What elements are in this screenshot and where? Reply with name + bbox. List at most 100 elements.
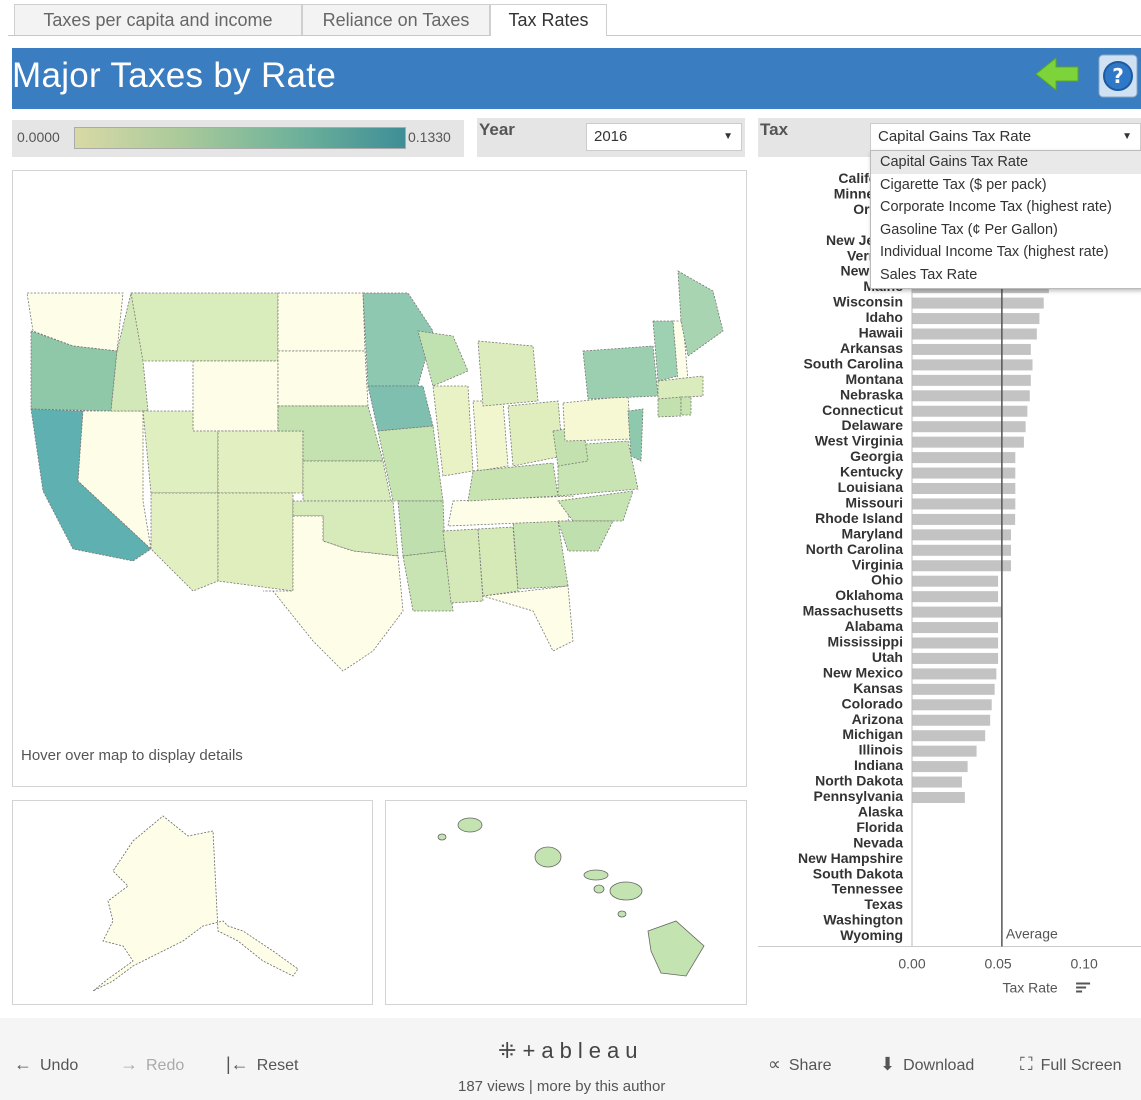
bar[interactable] [912, 560, 1012, 572]
color-legend: 0.0000 0.1330 [12, 120, 464, 157]
bar[interactable] [912, 343, 1031, 355]
bar[interactable] [912, 683, 995, 695]
bar-label: Oklahoma [835, 587, 903, 603]
bar-label: Mississippi [828, 634, 903, 650]
bar-label: Nebraska [840, 386, 903, 402]
bar-label: South Carolina [803, 355, 903, 371]
share-button[interactable]: ∝ Share [768, 1054, 832, 1075]
bar[interactable] [912, 606, 1002, 618]
redo-button[interactable]: → Redo [120, 1054, 184, 1075]
bar[interactable] [912, 405, 1028, 417]
sort-icon[interactable] [1076, 982, 1091, 993]
bar-label: Connecticut [822, 402, 903, 418]
bar[interactable] [912, 421, 1026, 433]
bar[interactable] [912, 328, 1037, 340]
bar[interactable] [912, 436, 1024, 448]
bar[interactable] [912, 359, 1033, 371]
bar[interactable] [912, 544, 1012, 556]
tab-reliance-on-taxes[interactable]: Reliance on Taxes [302, 4, 490, 35]
tableau-logo[interactable]: ⁜ +ableau [498, 1038, 643, 1064]
bar-chart-svg[interactable]: CaliforniaMinnesotaOregonIowaNew JerseyV… [758, 170, 1141, 1010]
bar[interactable] [912, 622, 999, 634]
bar[interactable] [912, 745, 977, 757]
bar[interactable] [912, 483, 1016, 494]
state-new-mexico [217, 492, 294, 592]
bar-label: Arkansas [840, 340, 903, 356]
page-title: Major Taxes by Rate [12, 56, 337, 95]
footer-toolbar: ← Undo → Redo |← Reset ⁜ +ableau 187 views … [0, 1018, 1141, 1100]
bar[interactable] [912, 575, 999, 587]
fullscreen-icon: ⛶ [1020, 1054, 1033, 1074]
alaska-map[interactable] [13, 801, 372, 1004]
bar[interactable] [912, 513, 1016, 525]
views-count[interactable]: 187 views | more by this author [458, 1078, 665, 1095]
bar[interactable] [912, 498, 1016, 510]
bar[interactable] [912, 591, 999, 603]
reset-button[interactable]: |← Reset [226, 1054, 298, 1075]
alaska-map-panel[interactable] [12, 800, 373, 1005]
hawaii-map-panel[interactable] [385, 800, 747, 1005]
bar[interactable] [912, 374, 1031, 386]
bar[interactable] [912, 761, 968, 773]
option-sales-tax[interactable]: Sales Tax Rate [871, 264, 1141, 287]
option-individual-income-tax[interactable]: Individual Income Tax (highest rate) [871, 241, 1141, 264]
bar-label: Maryland [842, 525, 903, 541]
bar-label: North Dakota [815, 773, 903, 789]
bar[interactable] [912, 637, 999, 649]
us-map-panel[interactable]: Hover over map to display details [12, 170, 747, 787]
tab-taxes-per-capita[interactable]: Taxes per capita and income [14, 4, 302, 35]
bar-label: New Hampshire [798, 850, 903, 866]
x-tick-label: 0.00 [898, 956, 925, 972]
state-michigan [477, 340, 539, 407]
bar[interactable] [912, 297, 1044, 309]
bar-label: Hawaii [859, 325, 903, 341]
year-label: Year [479, 120, 515, 139]
bar[interactable] [912, 668, 997, 680]
year-select[interactable]: 2016 ▼ [586, 123, 742, 151]
option-cigarette-tax[interactable]: Cigarette Tax ($ per pack) [871, 174, 1141, 197]
bar-label: Indiana [854, 757, 903, 773]
bar[interactable] [912, 776, 962, 788]
undo-button[interactable]: ← Undo [14, 1054, 78, 1075]
state-wisconsin [417, 330, 469, 387]
bar[interactable] [912, 452, 1016, 464]
bar-label: Alabama [845, 618, 904, 634]
download-icon: ⬇ [880, 1054, 896, 1074]
option-corporate-income-tax[interactable]: Corporate Income Tax (highest rate) [871, 196, 1141, 219]
full-screen-button[interactable]: ⛶ Full Screen [1020, 1054, 1122, 1075]
state-illinois [432, 385, 474, 477]
bar[interactable] [912, 714, 991, 726]
download-button[interactable]: ⬇ Download [880, 1054, 974, 1075]
tax-select[interactable]: Capital Gains Tax Rate ▼ [870, 123, 1141, 151]
state-bar-chart[interactable]: CaliforniaMinnesotaOregonIowaNew JerseyV… [758, 170, 1141, 1010]
bar[interactable] [912, 529, 1012, 541]
average-label: Average [1006, 926, 1058, 942]
bar-label: Virginia [852, 556, 903, 572]
state-colorado [217, 430, 304, 494]
bar[interactable] [912, 390, 1030, 402]
help-icon[interactable]: ? [1098, 54, 1138, 98]
state-alabama [477, 526, 519, 597]
option-capital-gains[interactable]: Capital Gains Tax Rate [871, 151, 1141, 174]
tab-tax-rates[interactable]: Tax Rates [490, 4, 607, 36]
us-map[interactable] [13, 171, 746, 731]
map-hint: Hover over map to display details [21, 747, 243, 764]
state-connecticut [657, 396, 682, 418]
bar[interactable] [912, 792, 965, 803]
bar[interactable] [912, 467, 1016, 479]
state-iowa [367, 385, 434, 432]
bar[interactable] [912, 313, 1040, 325]
state-louisiana [402, 550, 454, 612]
chevron-down-icon: ▼ [1122, 131, 1132, 142]
option-gasoline-tax[interactable]: Gasoline Tax (¢ Per Gallon) [871, 219, 1141, 242]
hawaii-map[interactable] [386, 801, 746, 1004]
bar[interactable] [912, 652, 999, 664]
bar-label: Pennsylvania [814, 788, 904, 804]
bar[interactable] [912, 699, 992, 711]
back-arrow-icon[interactable] [1034, 56, 1080, 92]
tax-dropdown-menu[interactable]: Capital Gains Tax Rate Cigarette Tax ($ … [870, 150, 1141, 289]
bar-label: Colorado [842, 695, 903, 711]
bar-label: Michigan [842, 726, 903, 742]
bar-label: Kentucky [840, 464, 903, 480]
bar[interactable] [912, 730, 986, 742]
